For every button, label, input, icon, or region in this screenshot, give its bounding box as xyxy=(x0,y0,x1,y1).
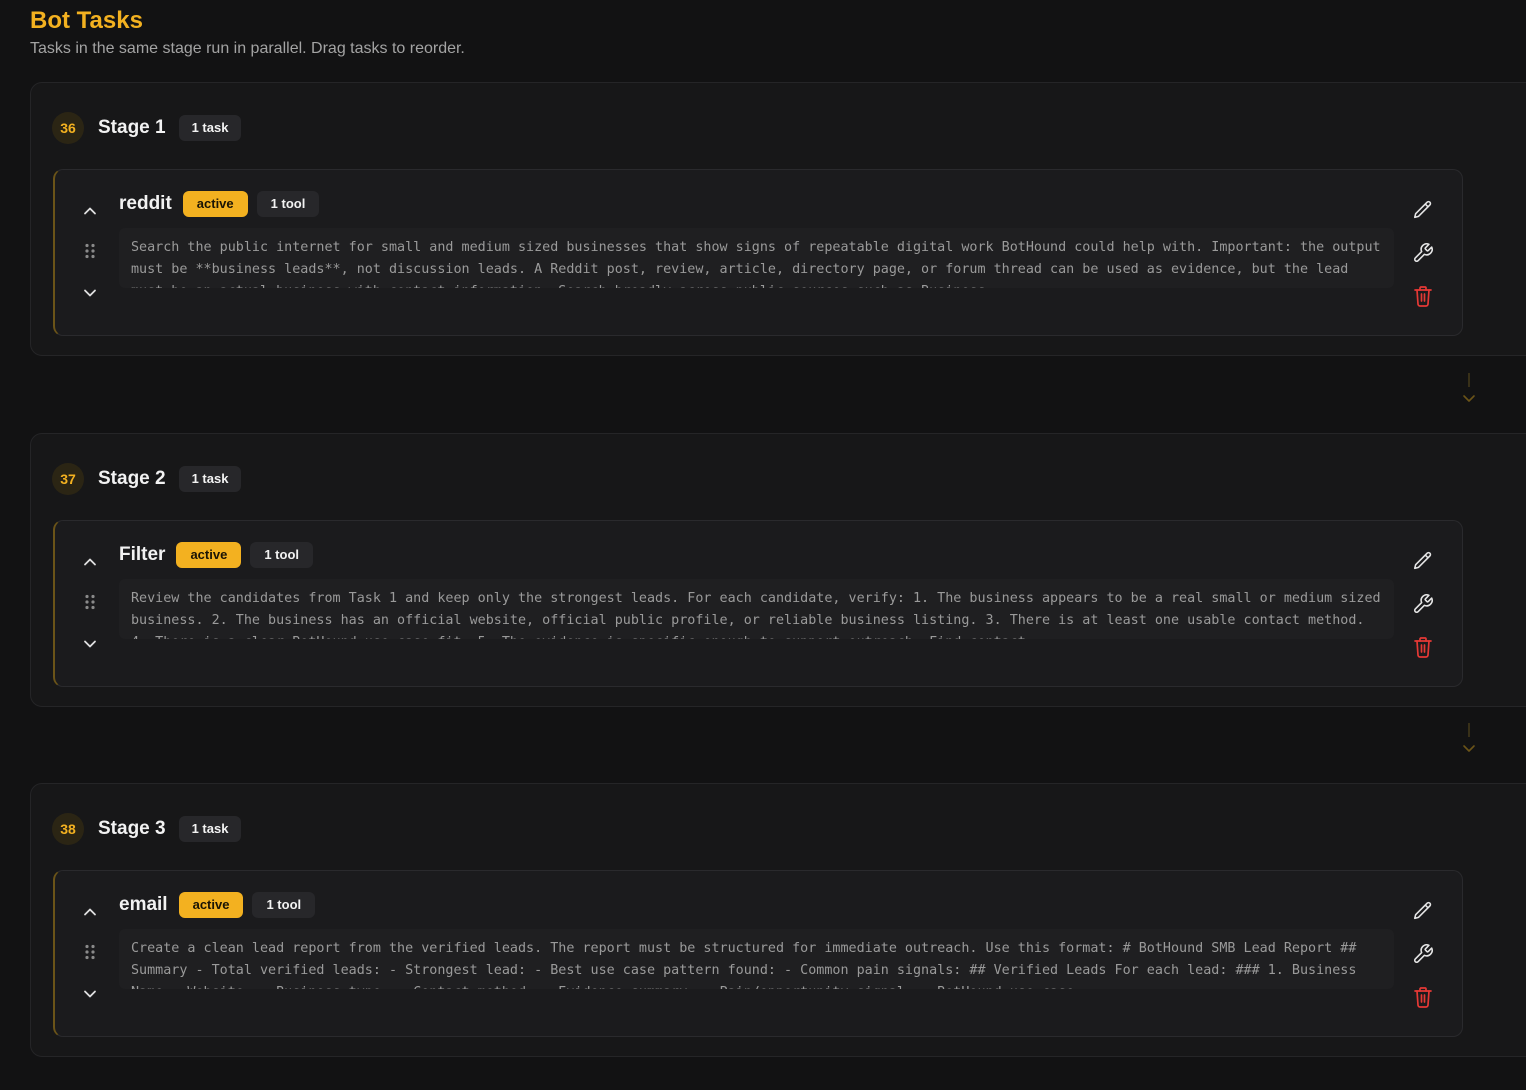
task-count-badge: 1 task xyxy=(178,115,242,141)
task-header: reddit active 1 tool xyxy=(119,190,320,218)
tool-count-badge: 1 tool xyxy=(256,191,320,217)
chevron-down-icon[interactable] xyxy=(81,635,99,653)
stage-card: 38 Stage 3 1 task email active 1 tool Cr… xyxy=(30,783,1526,1057)
task-count-badge: 1 task xyxy=(178,816,242,842)
delete-trash-icon[interactable] xyxy=(1411,635,1435,659)
task-header: Filter active 1 tool xyxy=(119,541,313,569)
wrench-icon[interactable] xyxy=(1411,592,1435,616)
stage-header: 38 Stage 3 1 task xyxy=(52,813,242,845)
task-prompt-preview[interactable]: Search the public internet for small and… xyxy=(119,228,1394,288)
task-prompt-text: Create a clean lead report from the veri… xyxy=(131,941,1357,989)
page-header: Bot Tasks Tasks in the same stage run in… xyxy=(30,6,465,60)
tool-count-badge: 1 tool xyxy=(250,542,313,568)
edit-pencil-icon[interactable] xyxy=(1411,899,1435,923)
stage-number-badge: 38 xyxy=(52,813,84,845)
status-badge: active xyxy=(178,892,244,918)
stage-header: 36 Stage 1 1 task xyxy=(52,112,242,144)
stage-title: Stage 3 xyxy=(98,818,166,839)
chevron-up-icon[interactable] xyxy=(81,553,99,571)
task-prompt-text: Review the candidates from Task 1 and ke… xyxy=(131,591,1381,639)
chevron-down-icon[interactable] xyxy=(81,284,99,302)
task-prompt-preview[interactable]: Review the candidates from Task 1 and ke… xyxy=(119,579,1394,639)
chevron-up-icon[interactable] xyxy=(81,903,99,921)
wrench-icon[interactable] xyxy=(1411,942,1435,966)
stage-header: 37 Stage 2 1 task xyxy=(52,463,242,495)
stage-number-badge: 36 xyxy=(52,112,84,144)
page-title: Bot Tasks xyxy=(30,7,143,34)
stage-number-badge: 37 xyxy=(52,463,84,495)
wrench-icon[interactable] xyxy=(1411,241,1435,265)
task-card[interactable]: email active 1 tool Create a clean lead … xyxy=(53,870,1463,1037)
drag-handle-icon[interactable] xyxy=(81,593,99,611)
delete-trash-icon[interactable] xyxy=(1411,284,1435,308)
status-badge: active xyxy=(182,191,248,217)
chevron-down-icon[interactable] xyxy=(81,985,99,1003)
task-prompt-preview[interactable]: Create a clean lead report from the veri… xyxy=(119,929,1394,989)
status-badge: active xyxy=(176,542,242,568)
delete-trash-icon[interactable] xyxy=(1411,985,1435,1009)
task-prompt-text: Search the public internet for small and… xyxy=(131,240,1381,288)
drag-handle-icon[interactable] xyxy=(81,943,99,961)
task-header: email active 1 tool xyxy=(119,891,316,919)
edit-pencil-icon[interactable] xyxy=(1411,198,1435,222)
stage-card: 37 Stage 2 1 task Filter active 1 tool R… xyxy=(30,433,1526,707)
tool-count-badge: 1 tool xyxy=(252,892,316,918)
edit-pencil-icon[interactable] xyxy=(1411,549,1435,573)
drag-handle-icon[interactable] xyxy=(81,242,99,260)
task-name: reddit xyxy=(119,193,172,214)
chevron-up-icon[interactable] xyxy=(81,202,99,220)
stage-connector-arrow xyxy=(1462,722,1476,762)
stage-title: Stage 1 xyxy=(98,117,166,138)
stage-connector-arrow xyxy=(1462,372,1476,412)
task-name: Filter xyxy=(119,544,166,565)
task-card[interactable]: Filter active 1 tool Review the candidat… xyxy=(53,520,1463,687)
task-card[interactable]: reddit active 1 tool Search the public i… xyxy=(53,169,1463,336)
task-name: email xyxy=(119,894,168,915)
stage-card: 36 Stage 1 1 task reddit active 1 tool S… xyxy=(30,82,1526,356)
page-subtitle: Tasks in the same stage run in parallel.… xyxy=(30,40,465,57)
stage-title: Stage 2 xyxy=(98,468,166,489)
task-count-badge: 1 task xyxy=(178,466,242,492)
